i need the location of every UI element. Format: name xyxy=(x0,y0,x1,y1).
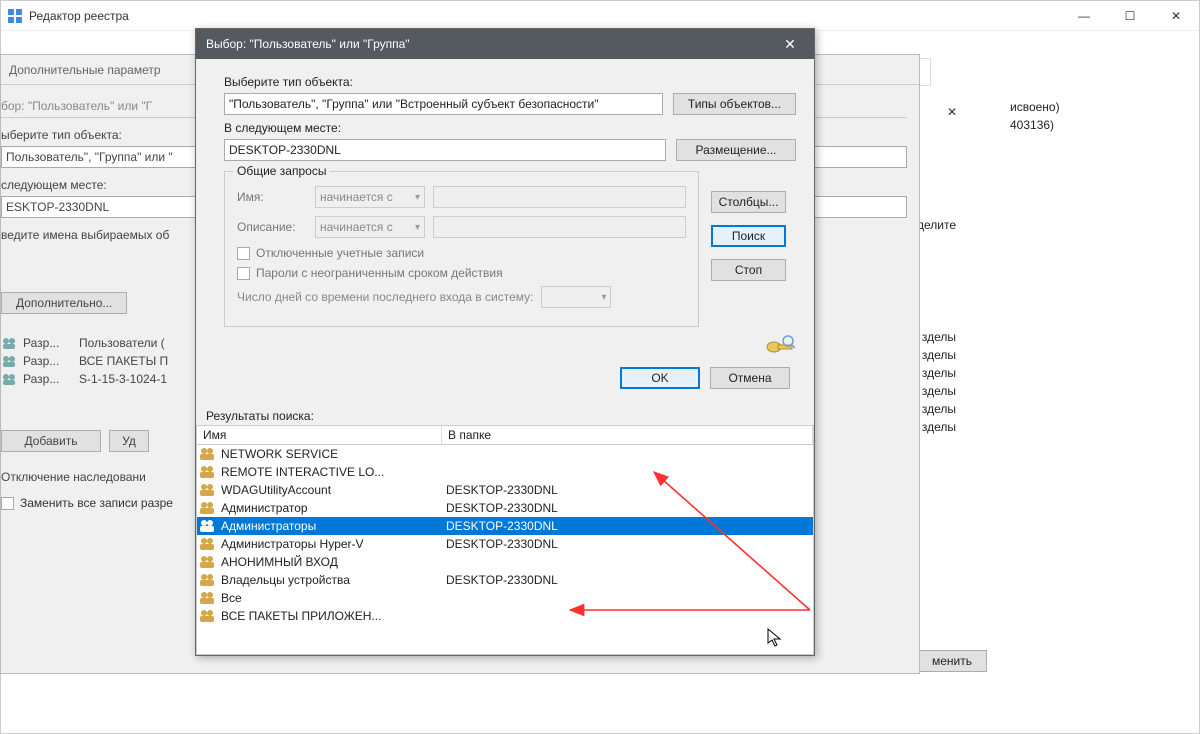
obj-type-label: Выберите тип объекта: xyxy=(224,75,796,89)
result-row[interactable]: Владельцы устройстваDESKTOP-2330DNL xyxy=(197,571,813,589)
main-title: Редактор реестра xyxy=(29,9,129,23)
obj-type-input[interactable]: "Пользователь", "Группа" или "Встроенный… xyxy=(224,93,663,115)
days-combo xyxy=(541,286,611,308)
ok-button[interactable]: OK xyxy=(620,367,700,389)
name-starts-combo: начинается с xyxy=(315,186,425,208)
apply-button-bg[interactable]: менить xyxy=(917,650,987,672)
close-button[interactable]: ✕ xyxy=(1153,1,1199,31)
name-input xyxy=(433,186,686,208)
cancel-button[interactable]: Отмена xyxy=(710,367,790,389)
main-titlebar: Редактор реестра — ☐ ✕ xyxy=(1,1,1199,31)
result-row[interactable]: ВСЕ ПАКЕТЫ ПРИЛОЖЕН... xyxy=(197,607,813,625)
group-icon xyxy=(1,371,17,387)
result-row[interactable]: WDAGUtilityAccountDESKTOP-2330DNL xyxy=(197,481,813,499)
bg-close-button-2[interactable]: ✕ xyxy=(937,100,967,124)
principal-icon xyxy=(199,590,217,606)
days-label: Число дней со времени последнего входа в… xyxy=(237,290,533,304)
replace-checkbox[interactable] xyxy=(1,497,14,510)
principal-icon xyxy=(199,482,217,498)
desc-label: Описание: xyxy=(237,220,307,234)
principal-icon xyxy=(199,464,217,480)
desc-input xyxy=(433,216,686,238)
results-header: Имя В папке xyxy=(196,425,814,445)
principal-icon xyxy=(199,536,217,552)
results-label: Результаты поиска: xyxy=(206,409,814,423)
principal-icon xyxy=(199,446,217,462)
key-icon xyxy=(764,333,796,355)
object-types-button[interactable]: Типы объектов... xyxy=(673,93,796,115)
locations-button[interactable]: Размещение... xyxy=(676,139,796,161)
disabled-accounts-checkbox xyxy=(237,247,250,260)
select-user-group-dialog: Выбор: "Пользователь" или "Группа" ✕ Выб… xyxy=(195,28,815,656)
desc-starts-combo: начинается с xyxy=(315,216,425,238)
location-label: В следующем месте: xyxy=(224,121,796,135)
dialog-titlebar: Выбор: "Пользователь" или "Группа" ✕ xyxy=(196,29,814,59)
common-queries-group: Общие запросы Имя: начинается с Описание… xyxy=(224,171,699,327)
adv-breadcrumb: бор: "Пользователь" или "Г xyxy=(1,99,152,113)
remove-button[interactable]: Уд xyxy=(109,430,149,452)
results-list[interactable]: NETWORK SERVICEREMOTE INTERACTIVE LO...W… xyxy=(196,445,814,655)
name-label: Имя: xyxy=(237,190,307,204)
result-row[interactable]: Администраторы Hyper-VDESKTOP-2330DNL xyxy=(197,535,813,553)
add-button[interactable]: Добавить xyxy=(1,430,101,452)
col-name[interactable]: Имя xyxy=(197,426,442,444)
col-folder[interactable]: В папке xyxy=(442,426,813,444)
group-icon xyxy=(1,335,17,351)
nonexpiring-pwd-checkbox xyxy=(237,267,250,280)
additional-button[interactable]: Дополнительно... xyxy=(1,292,127,314)
regedit-icon xyxy=(7,8,23,24)
principal-icon xyxy=(199,554,217,570)
find-now-button[interactable]: Поиск xyxy=(711,225,786,247)
principal-icon xyxy=(199,572,217,588)
dialog-close-button[interactable]: ✕ xyxy=(776,29,804,59)
stop-button[interactable]: Стоп xyxy=(711,259,786,281)
result-row[interactable]: АНОНИМНЫЙ ВХОД xyxy=(197,553,813,571)
columns-button[interactable]: Столбцы... xyxy=(711,191,786,213)
principal-icon xyxy=(199,500,217,516)
result-row[interactable]: АдминистраторыDESKTOP-2330DNL xyxy=(197,517,813,535)
group-icon xyxy=(1,353,17,369)
maximize-button[interactable]: ☐ xyxy=(1107,1,1153,31)
common-queries-legend: Общие запросы xyxy=(233,164,330,178)
result-row[interactable]: АдминистраторDESKTOP-2330DNL xyxy=(197,499,813,517)
location-input[interactable]: DESKTOP-2330DNL xyxy=(224,139,666,161)
background-right-panel: исвоено) 403136) xyxy=(1010,100,1160,136)
background-label: делите xyxy=(917,218,956,232)
minimize-button[interactable]: — xyxy=(1061,1,1107,31)
principal-icon xyxy=(199,608,217,624)
cursor-icon xyxy=(767,628,783,653)
principal-icon xyxy=(199,518,217,534)
dialog-title: Выбор: "Пользователь" или "Группа" xyxy=(206,37,410,51)
result-row[interactable]: REMOTE INTERACTIVE LO... xyxy=(197,463,813,481)
result-row[interactable]: NETWORK SERVICE xyxy=(197,445,813,463)
result-row[interactable]: Все xyxy=(197,589,813,607)
